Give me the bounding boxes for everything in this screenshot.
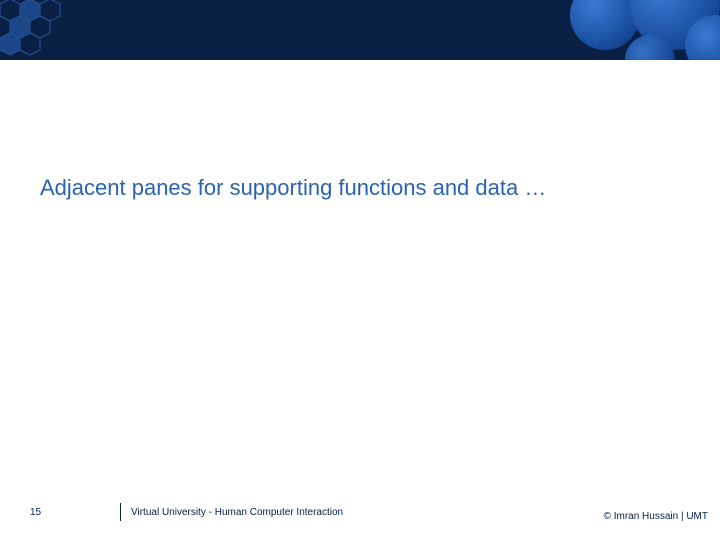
page-number: 15 — [0, 507, 120, 518]
header-band — [0, 0, 720, 60]
hex-pattern-icon — [0, 0, 130, 60]
circle-cluster-icon — [530, 0, 720, 60]
footer-divider — [120, 503, 121, 521]
footer-center-text: Virtual University - Human Computer Inte… — [131, 507, 343, 518]
footer: 15 Virtual University - Human Computer I… — [0, 502, 720, 522]
footer-right-text: © Imran Hussain | UMT — [604, 511, 708, 522]
slide-title: Adjacent panes for supporting functions … — [40, 175, 546, 201]
slide: Adjacent panes for supporting functions … — [0, 0, 720, 540]
